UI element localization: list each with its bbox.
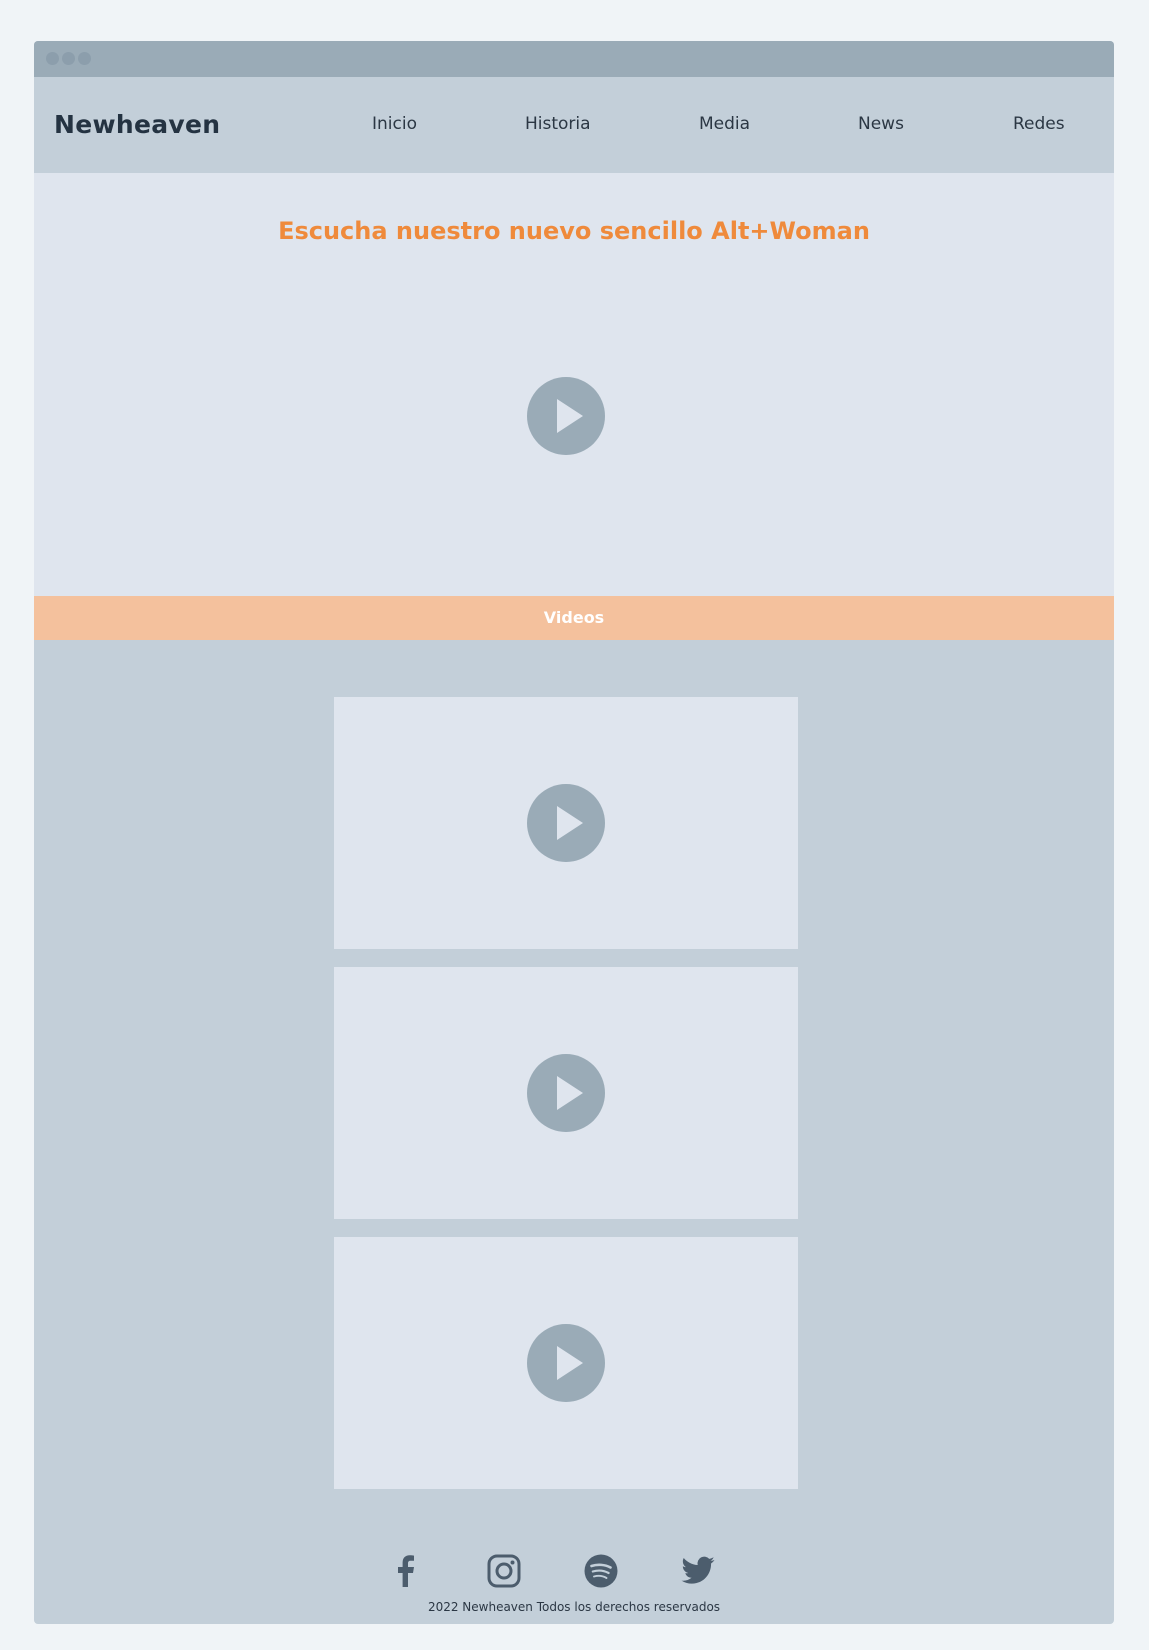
twitter-icon[interactable]: [680, 1553, 716, 1589]
video-card[interactable]: [334, 967, 798, 1219]
footer-social-links: [34, 1553, 1114, 1593]
footer-copyright: 2022 Newheaven Todos los derechos reserv…: [427, 1600, 721, 1614]
browser-window: Newheaven Inicio Historia Media News Red…: [34, 41, 1114, 1624]
window-maximize-dot[interactable]: [78, 52, 91, 65]
nav-item-media[interactable]: Media: [699, 77, 750, 173]
play-icon: [557, 399, 583, 433]
play-icon: [557, 1346, 583, 1380]
video-play-button[interactable]: [527, 1324, 605, 1402]
hero-player: Escucha nuestro nuevo sencillo Alt+Woman: [34, 173, 1114, 596]
window-close-dot[interactable]: [46, 52, 59, 65]
hero-play-button[interactable]: [527, 377, 605, 455]
nav-item-redes[interactable]: Redes: [1013, 77, 1065, 173]
play-icon: [557, 806, 583, 840]
window-minimize-dot[interactable]: [62, 52, 75, 65]
video-card[interactable]: [334, 1237, 798, 1489]
videos-section-header: Videos: [34, 596, 1114, 640]
top-navbar: Newheaven Inicio Historia Media News Red…: [34, 77, 1114, 173]
video-card[interactable]: [334, 697, 798, 949]
window-titlebar: [34, 41, 1114, 77]
brand-logo-text[interactable]: Newheaven: [54, 77, 220, 173]
play-icon: [557, 1076, 583, 1110]
spotify-icon[interactable]: [583, 1553, 619, 1589]
video-play-button[interactable]: [527, 1054, 605, 1132]
hero-title: Escucha nuestro nuevo sencillo Alt+Woman: [278, 217, 870, 245]
nav-item-historia[interactable]: Historia: [525, 77, 591, 173]
video-play-button[interactable]: [527, 784, 605, 862]
facebook-icon[interactable]: [388, 1553, 424, 1589]
instagram-icon[interactable]: [486, 1553, 522, 1589]
nav-item-news[interactable]: News: [858, 77, 904, 173]
nav-item-inicio[interactable]: Inicio: [372, 77, 417, 173]
